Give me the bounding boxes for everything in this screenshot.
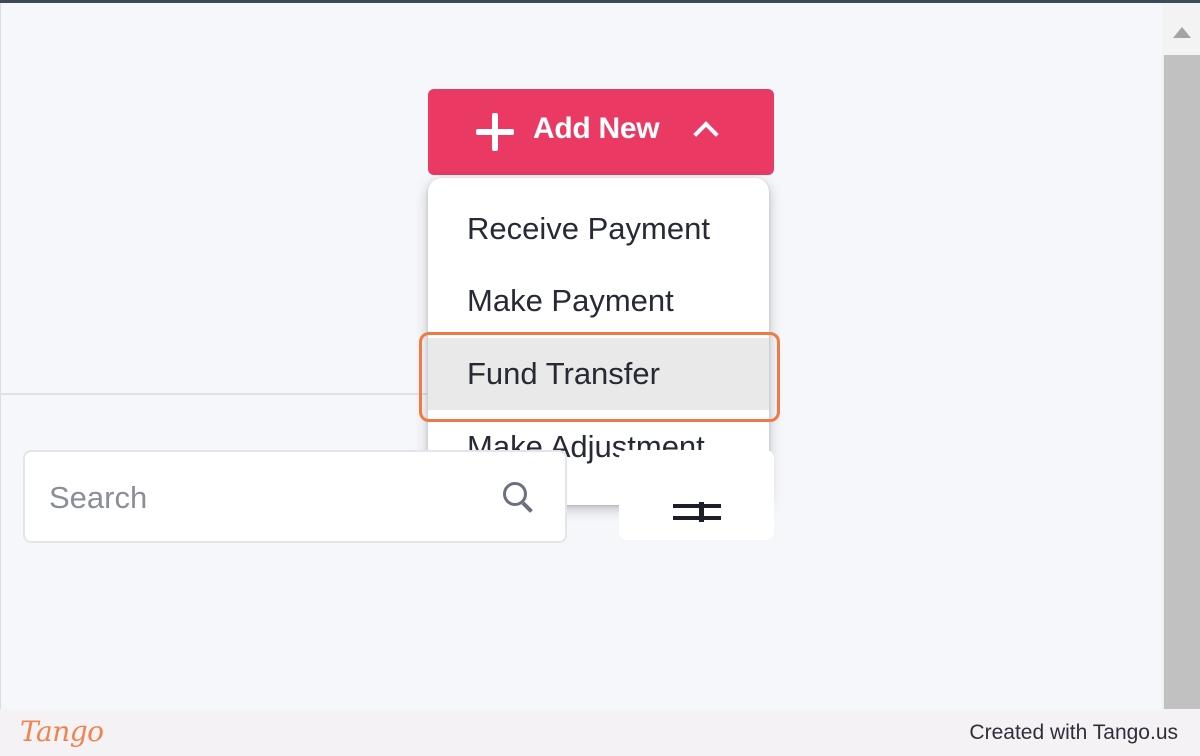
plus-icon — [476, 113, 514, 151]
tango-logo: Tango — [20, 715, 104, 748]
left-edge — [0, 3, 1, 709]
search-box — [23, 450, 567, 543]
filter-icon — [673, 502, 721, 522]
add-new-label: Add New — [533, 112, 660, 145]
menu-item-fund-transfer[interactable]: Fund Transfer — [428, 338, 769, 410]
scroll-up-button[interactable] — [1162, 3, 1200, 55]
section-divider — [0, 393, 427, 395]
scroll-thumb[interactable] — [1164, 55, 1200, 709]
search-icon[interactable] — [503, 482, 533, 512]
search-input[interactable] — [47, 476, 491, 520]
tango-credit: Created with Tango.us — [969, 721, 1178, 744]
menu-item-receive-payment[interactable]: Receive Payment — [428, 193, 769, 265]
vertical-scrollbar[interactable] — [1162, 3, 1200, 709]
scroll-up-arrow-icon — [1173, 27, 1191, 38]
top-border — [0, 0, 1200, 3]
menu-item-make-payment[interactable]: Make Payment — [428, 265, 769, 337]
filter-button[interactable] — [619, 450, 774, 540]
footer-bar: Tango Created with Tango.us — [0, 709, 1200, 756]
